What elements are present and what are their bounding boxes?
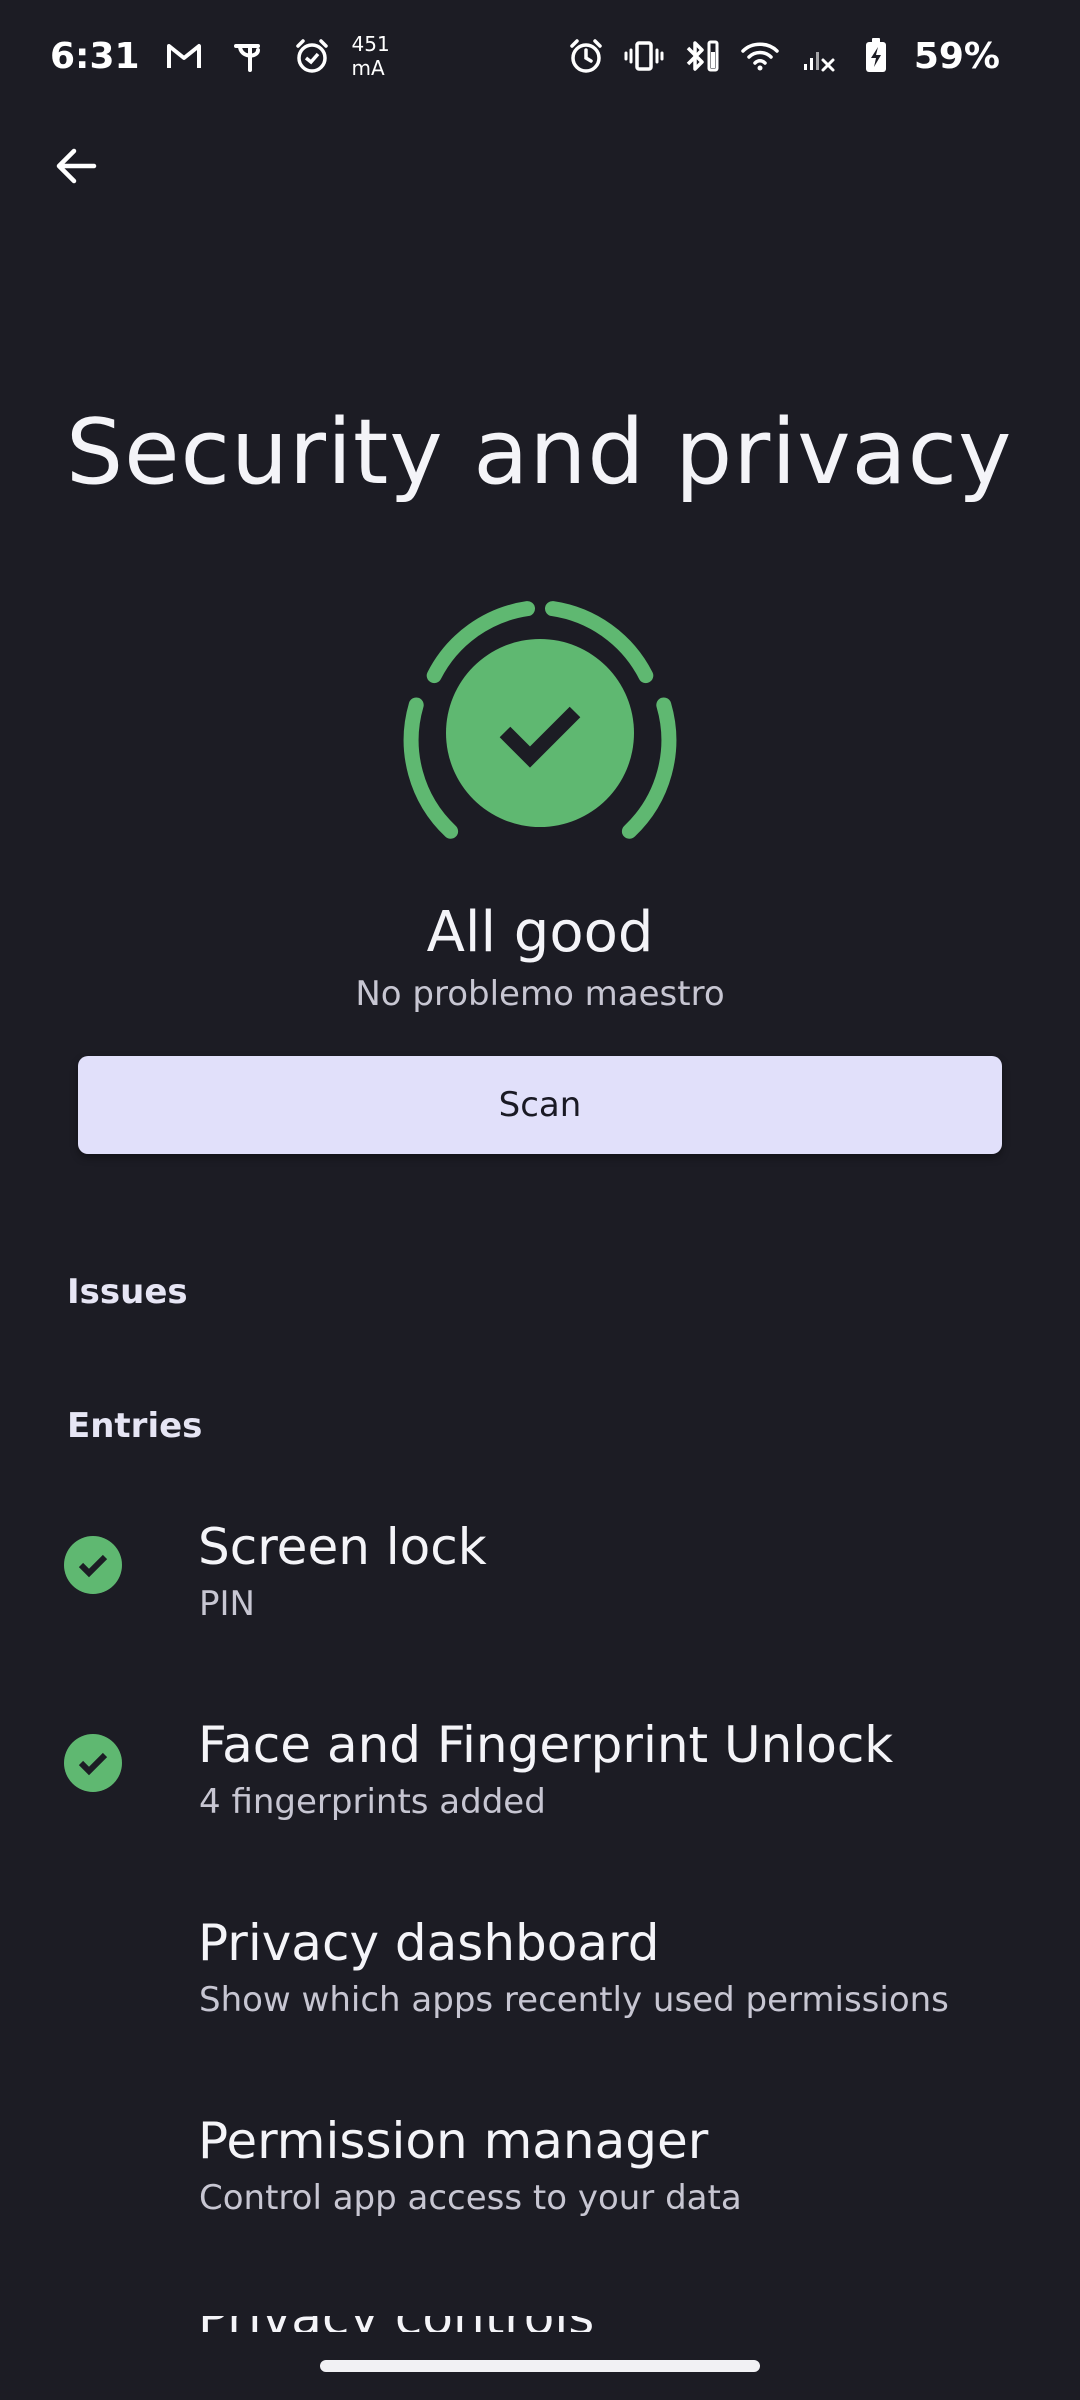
status-time: 6:31	[50, 35, 140, 77]
status-subtext: No problemo maestro	[355, 974, 725, 1014]
current-value: 451	[351, 32, 390, 56]
issues-header: Issues	[67, 1272, 188, 1312]
current-readout: 451 mA	[352, 32, 390, 80]
phonepe-icon	[233, 44, 260, 72]
entry-privacy-controls[interactable]: Privacy controls	[0, 2316, 1080, 2332]
entry-summary: Control app access to your data	[199, 2178, 742, 2218]
scan-button[interactable]: Scan	[78, 1056, 1002, 1154]
vibrate-icon	[624, 41, 664, 71]
status-bar: 6:31 451 mA 59%	[0, 0, 1080, 110]
alarm-icon	[295, 39, 328, 73]
battery-charging-icon	[865, 38, 886, 72]
status-bar-right: 59%	[566, 28, 1000, 84]
security-privacy-screen: 6:31 451 mA 59% Security and privacy All…	[0, 0, 1080, 2400]
entry-title: Face and Fingerprint Unlock	[198, 1716, 894, 1774]
gmail-icon	[166, 44, 201, 68]
wifi-icon	[741, 42, 779, 71]
entry-face-fingerprint-unlock[interactable]: Face and Fingerprint Unlock 4 fingerprin…	[0, 1684, 1080, 1844]
status-headline: All good	[426, 900, 654, 965]
page-title: Security and privacy	[66, 400, 1013, 505]
check-circle-icon	[64, 1536, 122, 1594]
entry-screen-lock[interactable]: Screen lock PIN	[0, 1486, 1080, 1646]
current-unit: mA	[351, 56, 385, 80]
entry-title: Privacy dashboard	[198, 1914, 660, 1972]
gesture-nav-handle[interactable]	[320, 2360, 760, 2372]
alarm-icon	[570, 39, 602, 73]
entries-header: Entries	[67, 1406, 203, 1446]
entry-title: Screen lock	[198, 1518, 487, 1576]
status-bar-left: 6:31 451 mA	[50, 28, 390, 84]
battery-percent: 59%	[913, 35, 1000, 77]
check-circle-icon	[64, 1734, 122, 1792]
status-shield-icon	[403, 601, 677, 839]
no-signal-icon	[803, 52, 835, 72]
back-button[interactable]	[44, 134, 108, 198]
entry-summary: Show which apps recently used permission…	[199, 1980, 949, 2020]
entry-summary: 4 fingerprints added	[199, 1782, 546, 1822]
entry-title: Permission manager	[198, 2112, 709, 2170]
entry-privacy-dashboard[interactable]: Privacy dashboard Show which apps recent…	[0, 1882, 1080, 2042]
entry-title: Privacy controls	[198, 2316, 594, 2332]
entry-permission-manager[interactable]: Permission manager Control app access to…	[0, 2080, 1080, 2240]
bluetooth-battery-icon	[686, 40, 719, 72]
entry-summary: PIN	[199, 1584, 255, 1624]
arrow-back-icon	[56, 148, 97, 184]
